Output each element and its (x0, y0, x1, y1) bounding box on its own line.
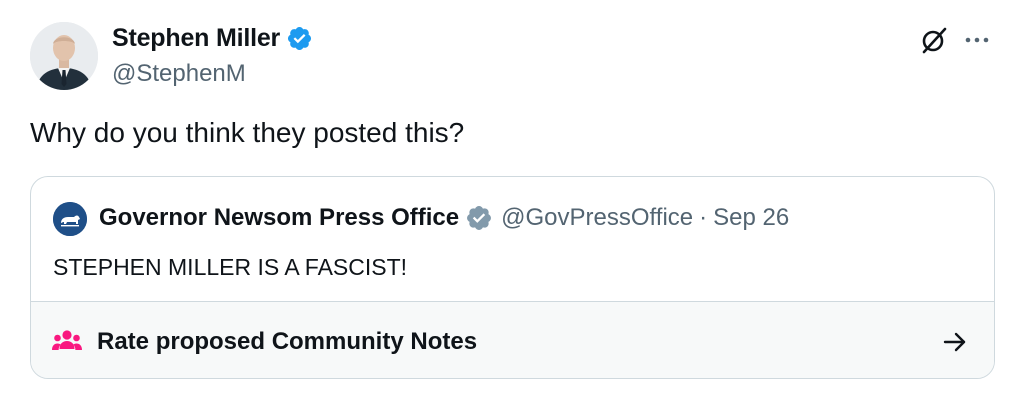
grok-icon[interactable] (920, 26, 948, 54)
california-bear-icon[interactable] (53, 202, 87, 236)
quoted-tweet-text: STEPHEN MILLER IS A FASCIST! (53, 254, 408, 280)
quoted-tweet-header: Governor Newsom Press Office @GovPressOf… (99, 204, 789, 232)
quoted-author-name[interactable]: Governor Newsom Press Office (99, 204, 459, 232)
author-name-text: Stephen Miller (112, 24, 281, 52)
rate-community-notes-button[interactable]: Rate proposed Community Notes (31, 301, 994, 378)
author-avatar[interactable] (30, 22, 98, 90)
arrow-right-icon (943, 332, 966, 352)
gray-verified-badge-icon (467, 206, 492, 230)
people-group-icon (52, 330, 82, 350)
quoted-tweet-card[interactable]: Governor Newsom Press Office @GovPressOf… (30, 176, 995, 379)
quoted-author-handle[interactable]: @GovPressOffice (501, 204, 693, 232)
quoted-tweet-date[interactable]: Sep 26 (713, 204, 789, 232)
tweet-text: Why do you think they posted this? (30, 117, 465, 148)
dot-separator: · (699, 204, 708, 231)
author-name[interactable]: Stephen Miller (112, 24, 313, 53)
author-handle[interactable]: @StephenM (112, 60, 246, 88)
verified-badge-icon (288, 26, 312, 51)
more-dots-icon[interactable] (963, 26, 991, 54)
community-notes-label: Rate proposed Community Notes (97, 328, 478, 355)
